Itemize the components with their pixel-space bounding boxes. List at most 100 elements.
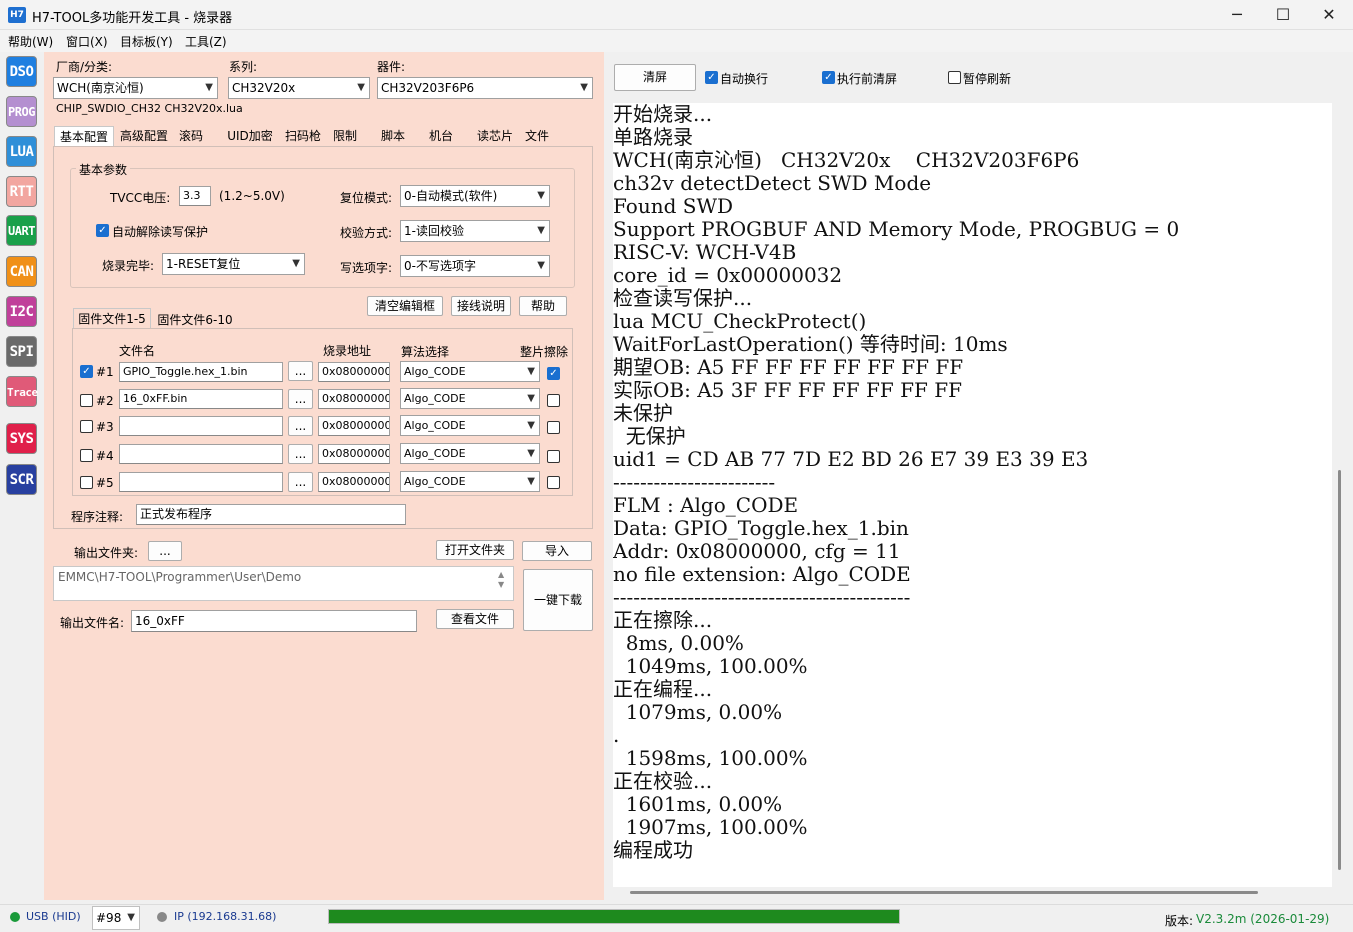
note-input[interactable]: 正式发布程序 xyxy=(136,504,406,525)
open-folder-button[interactable]: 打开文件夹 xyxy=(436,540,514,560)
file-enable-checkbox[interactable]: ✓ xyxy=(80,365,93,378)
sidebar-uart[interactable]: UART xyxy=(6,215,37,246)
close-button[interactable]: ✕ xyxy=(1306,0,1352,30)
option-bytes-select[interactable]: 0-不写选项字 ▼ xyxy=(400,255,550,277)
auto-wrap-label: 自动换行 xyxy=(720,72,769,86)
one-key-download-button[interactable]: 一键下载 xyxy=(523,569,593,631)
series-select[interactable]: CH32V20x ▼ xyxy=(228,77,370,99)
algo-select[interactable]: Algo_CODE ▼ xyxy=(400,388,540,409)
chevron-down-icon: ▼ xyxy=(527,393,535,404)
log-output[interactable]: 开始烧录... 单路烧录 WCH(南京沁恒) CH32V20x CH32V203… xyxy=(613,103,1332,887)
tab-advanced[interactable]: 高级配置 xyxy=(116,126,172,146)
tab-scanner[interactable]: 扫码枪 xyxy=(280,126,326,146)
auto-unlock-checkbox[interactable]: ✓ xyxy=(96,224,109,237)
done-action-select[interactable]: 1-RESET复位 ▼ xyxy=(162,253,305,275)
verify-select[interactable]: 1-读回校验 ▼ xyxy=(400,220,550,242)
algo-select[interactable]: Algo_CODE ▼ xyxy=(400,361,540,382)
reset-mode-select[interactable]: 0-自动模式(软件) ▼ xyxy=(400,185,550,207)
chip-erase-checkbox[interactable] xyxy=(547,450,560,463)
file-name-input[interactable]: 16_0xFF.bin xyxy=(119,389,283,409)
algo-select[interactable]: Algo_CODE ▼ xyxy=(400,415,540,436)
sidebar-sys[interactable]: SYS xyxy=(6,423,37,454)
sidebar-dso[interactable]: DSO xyxy=(6,56,37,87)
sidebar-can[interactable]: CAN xyxy=(6,256,37,287)
vendor-select[interactable]: WCH(南京沁恒) ▼ xyxy=(53,77,218,99)
tab-script[interactable]: 脚本 xyxy=(376,126,410,146)
note-label: 程序注释: xyxy=(71,510,124,524)
chevron-down-icon: ▼ xyxy=(527,476,535,487)
row-index: #5 xyxy=(96,476,114,490)
pause-refresh-checkbox[interactable] xyxy=(948,71,961,84)
output-name-input[interactable]: 16_0xFF xyxy=(131,610,417,632)
tab-limit[interactable]: 限制 xyxy=(328,126,362,146)
file-enable-checkbox[interactable] xyxy=(80,394,93,407)
browse-button[interactable]: ... xyxy=(288,416,313,436)
auto-wrap-checkbox[interactable]: ✓ xyxy=(705,71,718,84)
algo-select[interactable]: Algo_CODE ▼ xyxy=(400,443,540,464)
menu-tools[interactable]: 工具(Z) xyxy=(185,33,227,50)
option-bytes-label: 写选项字: xyxy=(340,261,393,275)
ip-status-icon xyxy=(157,912,167,922)
sidebar-i2c[interactable]: I2C xyxy=(6,296,37,327)
browse-button[interactable]: ... xyxy=(288,444,313,464)
address-input[interactable]: 0x08000000 xyxy=(318,444,390,464)
tab-uid-encrypt[interactable]: UID加密 xyxy=(222,126,278,146)
import-button[interactable]: 导入 xyxy=(522,541,592,561)
menu-help[interactable]: 帮助(W) xyxy=(8,33,53,50)
file-enable-checkbox[interactable] xyxy=(80,476,93,489)
browse-button[interactable]: ... xyxy=(288,361,313,381)
chevron-down-icon: ▼ xyxy=(357,82,365,93)
clear-screen-button[interactable]: 清屏 xyxy=(614,64,696,91)
address-input[interactable]: 0x08000000 xyxy=(318,416,390,436)
tab-firmware-1-5[interactable]: 固件文件1-5 xyxy=(73,308,151,328)
tab-firmware-6-10[interactable]: 固件文件6-10 xyxy=(153,310,237,330)
part-select[interactable]: CH32V203F6P6 ▼ xyxy=(377,77,593,99)
clear-edit-button[interactable]: 清空编辑框 xyxy=(367,296,443,316)
usb-status-icon xyxy=(10,912,20,922)
chip-erase-checkbox[interactable] xyxy=(547,421,560,434)
device-select[interactable]: #98 ▼ xyxy=(92,906,140,930)
clear-before-run-checkbox[interactable]: ✓ xyxy=(822,71,835,84)
tab-rolling-code[interactable]: 滚码 xyxy=(174,126,208,146)
row-index: #3 xyxy=(96,420,114,434)
address-input[interactable]: 0x08000000 xyxy=(318,362,390,382)
chip-erase-checkbox[interactable] xyxy=(547,394,560,407)
file-name-input[interactable]: GPIO_Toggle.hex_1.bin xyxy=(119,362,283,382)
file-name-input[interactable] xyxy=(119,472,283,492)
output-folder-browse-button[interactable]: ... xyxy=(148,541,182,561)
verify-label: 校验方式: xyxy=(340,226,393,240)
log-horizontal-scrollbar[interactable] xyxy=(630,891,1258,894)
chip-erase-checkbox[interactable]: ✓ xyxy=(547,367,560,380)
maximize-button[interactable]: ☐ xyxy=(1260,0,1306,30)
algo-select[interactable]: Algo_CODE ▼ xyxy=(400,471,540,492)
menu-window[interactable]: 窗口(X) xyxy=(66,33,108,50)
file-enable-checkbox[interactable] xyxy=(80,449,93,462)
browse-button[interactable]: ... xyxy=(288,472,313,492)
log-vertical-scrollbar[interactable] xyxy=(1338,470,1341,870)
view-file-button[interactable]: 查看文件 xyxy=(436,609,514,629)
browse-button[interactable]: ... xyxy=(288,389,313,409)
sidebar-prog[interactable]: PROG xyxy=(6,96,37,127)
tab-basic[interactable]: 基本配置 xyxy=(54,126,114,146)
file-name-input[interactable] xyxy=(119,416,283,436)
tvcc-input[interactable]: 3.3 xyxy=(179,186,211,206)
sidebar-scr[interactable]: SCR xyxy=(6,464,37,495)
sidebar-rtt[interactable]: RTT xyxy=(6,176,37,207)
tab-read-chip[interactable]: 读芯片 xyxy=(472,126,518,146)
tab-machine[interactable]: 机台 xyxy=(424,126,458,146)
file-enable-checkbox[interactable] xyxy=(80,420,93,433)
wiring-button[interactable]: 接线说明 xyxy=(451,296,511,316)
help-button[interactable]: 帮助 xyxy=(519,296,567,316)
sidebar-spi[interactable]: SPI xyxy=(6,336,37,367)
minimize-button[interactable]: ─ xyxy=(1214,0,1260,30)
chevron-down-icon: ▼ xyxy=(537,260,545,271)
tab-file[interactable]: 文件 xyxy=(520,126,554,146)
file-name-input[interactable] xyxy=(119,444,283,464)
sidebar-trace[interactable]: Trace xyxy=(6,376,38,407)
address-input[interactable]: 0x08000000 xyxy=(318,472,390,492)
scroll-arrows-icon[interactable]: ▲ ▼ xyxy=(498,570,504,590)
address-input[interactable]: 0x08000000 xyxy=(318,389,390,409)
sidebar-lua[interactable]: LUA xyxy=(6,136,37,167)
chip-erase-checkbox[interactable] xyxy=(547,476,560,489)
menu-target-board[interactable]: 目标板(Y) xyxy=(120,33,173,50)
